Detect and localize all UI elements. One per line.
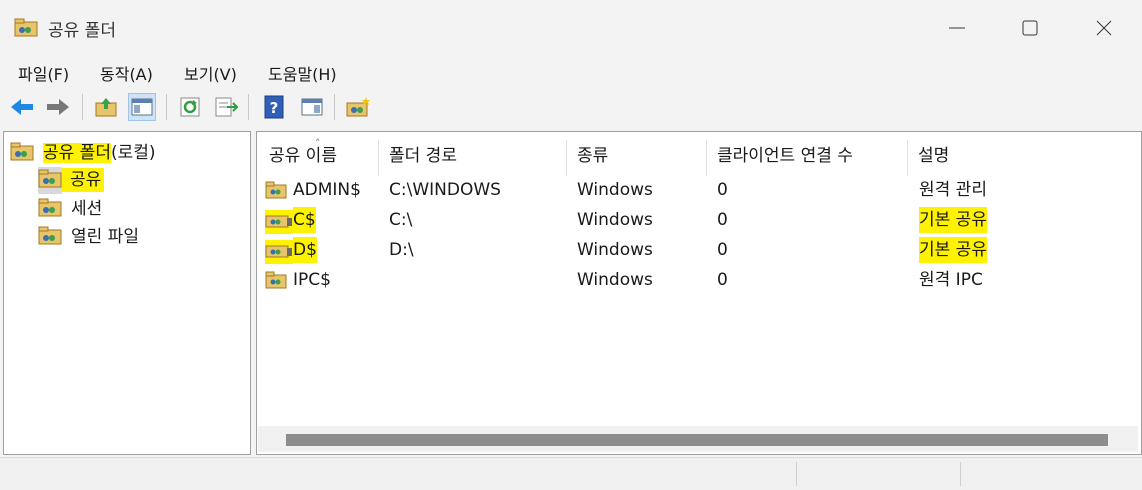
share-drive-icon [265, 240, 293, 264]
maximize-button[interactable] [1010, 14, 1050, 42]
status-bar [0, 457, 1142, 490]
tree-root-suffix: (로컬) [110, 143, 156, 163]
cell-share-name: C$ [293, 207, 316, 233]
scrollbar-thumb[interactable] [286, 434, 1108, 446]
shared-folder-icon [10, 140, 34, 167]
help-icon[interactable]: ? [260, 93, 288, 121]
tree-item-shares[interactable]: 공유 [38, 166, 105, 194]
export-list-icon[interactable] [212, 93, 240, 121]
cell-description: 기본 공유 [919, 237, 987, 263]
refresh-icon[interactable] [176, 93, 204, 121]
cell-type: Windows [577, 180, 653, 200]
cell-type: Windows [577, 240, 653, 260]
cell-description: 원격 IPC [919, 270, 983, 290]
column-header-type[interactable]: 종류 [567, 140, 707, 176]
cell-share-name: ADMIN$ [293, 180, 361, 200]
svg-text:?: ? [270, 99, 279, 117]
menu-view[interactable]: 보기(V) [184, 61, 237, 85]
toolbar-separator [248, 94, 249, 120]
shared-folder-icon [38, 224, 62, 251]
toolbar-separator [334, 94, 335, 120]
cell-folder-path: C:\ [389, 210, 413, 230]
tree-item-sessions[interactable]: 세션 [38, 196, 105, 222]
cell-folder-path: D:\ [389, 240, 414, 260]
cell-type: Windows [577, 210, 653, 230]
up-folder-icon[interactable] [92, 93, 120, 121]
back-arrow-icon[interactable] [8, 93, 36, 121]
window-title: 공유 폴더 [48, 21, 116, 41]
shared-folder-icon [14, 16, 38, 42]
column-header-folder-path[interactable]: 폴더 경로 [379, 140, 567, 176]
tree-root-shared-folders[interactable]: 공유 폴더(로컬) [10, 140, 159, 166]
tree-item-open-files[interactable]: 열린 파일 [38, 224, 142, 250]
toolbar-separator [82, 94, 83, 120]
cell-share-name: IPC$ [293, 270, 331, 290]
share-folder-icon [265, 270, 287, 294]
tree-pane: 공유 폴더(로컬) 공유 세션 열린 파일 [3, 131, 251, 455]
column-header-description[interactable]: 설명 [908, 140, 1138, 176]
menu-file[interactable]: 파일(F) [18, 61, 69, 85]
show-hide-action-pane-icon[interactable] [298, 93, 326, 121]
cell-description: 기본 공유 [919, 207, 987, 233]
cell-client-count: 0 [717, 240, 728, 260]
status-divider [960, 462, 961, 486]
tree-item-label: 열린 파일 [71, 227, 139, 247]
cell-folder-path: C:\WINDOWS [389, 180, 501, 200]
tree-root-label: 공유 폴더 [43, 143, 111, 163]
horizontal-scrollbar[interactable] [258, 426, 1138, 452]
cell-client-count: 0 [717, 180, 728, 200]
menu-bar: 파일(F) 동작(A) 보기(V) 도움말(H) [0, 56, 1142, 86]
column-header-client-connections[interactable]: 클라이언트 연결 수 [707, 140, 908, 176]
share-folder-icon [265, 180, 287, 204]
tree-item-label: 공유 [62, 168, 105, 192]
minimize-button[interactable] [937, 14, 977, 42]
show-hide-tree-icon[interactable] [128, 93, 156, 121]
list-pane: ˄ 공유 이름 폴더 경로 종류 클라이언트 연결 수 설명 ADMIN$ C:… [256, 131, 1142, 455]
cell-type: Windows [577, 270, 653, 290]
cell-client-count: 0 [717, 270, 728, 290]
menu-help[interactable]: 도움말(H) [268, 61, 337, 85]
tree-item-label: 세션 [71, 199, 103, 219]
title-bar: 공유 폴더 [0, 0, 1142, 56]
toolbar: ? [0, 88, 1142, 126]
column-header-share-name[interactable]: ˄ 공유 이름 [259, 137, 379, 176]
new-share-icon[interactable] [344, 93, 372, 121]
toolbar-separator [166, 94, 167, 120]
cell-description: 원격 관리 [919, 180, 987, 200]
sort-arrow-icon: ˄ [315, 137, 321, 150]
status-divider [796, 462, 797, 486]
menu-action[interactable]: 동작(A) [100, 61, 153, 85]
share-drive-icon [265, 210, 293, 234]
cell-client-count: 0 [717, 210, 728, 230]
forward-arrow-icon[interactable] [44, 93, 72, 121]
shared-folder-icon [38, 196, 62, 223]
close-button[interactable] [1084, 14, 1124, 42]
cell-share-name: D$ [293, 237, 317, 263]
shared-folder-icon [38, 166, 62, 194]
